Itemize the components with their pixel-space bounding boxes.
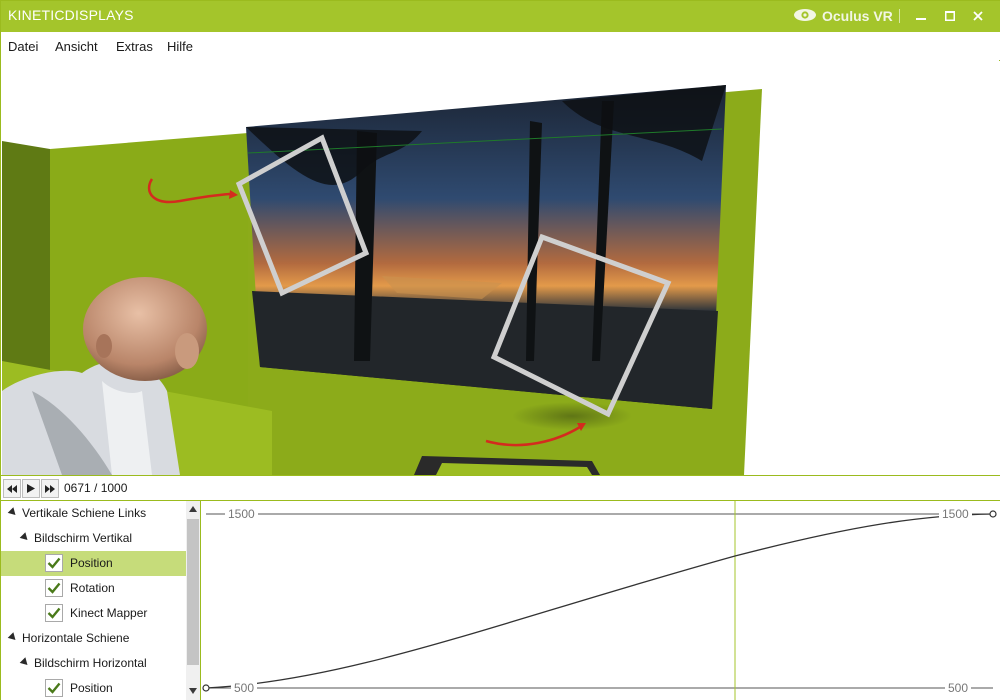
3d-viewport[interactable] [2, 61, 1000, 475]
maximize-button[interactable] [939, 6, 961, 26]
rotation-checkbox[interactable] [45, 579, 63, 597]
menu-ansicht[interactable]: Ansicht [55, 39, 98, 54]
menu-datei[interactable]: Datei [8, 39, 38, 54]
checkmark-icon [47, 607, 61, 619]
oculus-brand: Oculus VR [793, 6, 893, 26]
value-label-bottom: 500 [231, 681, 258, 695]
tree-item-bildschirm-vertikal[interactable]: Bildschirm Vertikal [1, 526, 186, 551]
value-label-top-right: 1500 [939, 507, 972, 521]
play-icon [27, 484, 35, 493]
tree-item-position-vertikal[interactable]: Position [1, 551, 186, 576]
tree-item-kinect-mapper[interactable]: Kinect Mapper [1, 601, 186, 626]
playback-bar: 0671 / 1000 [1, 475, 1000, 501]
kinect-mapper-checkbox[interactable] [45, 604, 63, 622]
menu-extras[interactable]: Extras [116, 39, 153, 54]
tree-item-label: Position [70, 681, 113, 695]
checkmark-icon [47, 582, 61, 594]
tree-item-horizontale-schiene[interactable]: Horizontale Schiene [1, 626, 186, 651]
checkmark-icon [47, 557, 61, 569]
value-label-top: 1500 [225, 507, 258, 521]
frame-counter: 0671 / 1000 [64, 481, 128, 495]
app-title: KINETICDISPLAYS [8, 7, 134, 23]
expand-arrow-icon[interactable] [7, 507, 19, 518]
scroll-up-icon[interactable] [189, 506, 197, 512]
value-label-bottom-right: 500 [945, 681, 972, 695]
rewind-icon [7, 484, 17, 493]
fast-forward-button[interactable] [41, 479, 59, 498]
keyframe-end[interactable] [989, 510, 997, 518]
keyframe-start[interactable] [202, 684, 210, 692]
title-bar[interactable]: KINETICDISPLAYS Oculus VR [1, 1, 1000, 32]
maximize-icon [945, 11, 955, 21]
expand-arrow-icon[interactable] [7, 632, 19, 643]
tree-item-label: Position [70, 556, 113, 570]
application-window: KINETICDISPLAYS Oculus VR Datei Ansicht … [0, 0, 1000, 700]
track-tree: Vertikale Schiene Links Bildschirm Verti… [1, 501, 201, 700]
play-button[interactable] [22, 479, 40, 498]
tree-item-label: Bildschirm Horizontal [34, 656, 147, 670]
scroll-thumb[interactable] [187, 519, 199, 665]
position-checkbox[interactable] [45, 679, 63, 697]
tree-item-label: Bildschirm Vertikal [34, 531, 133, 545]
tree-item-rotation[interactable]: Rotation [1, 576, 186, 601]
oculus-label: Oculus VR [822, 8, 893, 24]
curve-editor[interactable]: 1500 500 1500 500 [201, 501, 1000, 700]
title-separator [899, 9, 900, 23]
tree-item-label: Rotation [70, 581, 115, 595]
tree-item-label: Kinect Mapper [70, 606, 148, 620]
oculus-eye-icon [793, 7, 817, 26]
fast-forward-icon [45, 484, 55, 493]
tree-item-label: Vertikale Schiene Links [22, 506, 147, 520]
scroll-down-icon[interactable] [189, 688, 197, 694]
tree-item-position-horizontal[interactable]: Position [1, 676, 186, 700]
close-button[interactable] [967, 6, 989, 26]
minimize-button[interactable] [910, 6, 932, 26]
tree-item-bildschirm-horizontal[interactable]: Bildschirm Horizontal [1, 651, 186, 676]
close-icon [973, 11, 983, 21]
rewind-button[interactable] [3, 479, 21, 498]
expand-arrow-icon[interactable] [19, 657, 31, 668]
projected-photo [246, 85, 726, 409]
menu-hilfe[interactable]: Hilfe [167, 39, 193, 54]
menu-bar: Datei Ansicht Extras Hilfe [1, 32, 1000, 60]
tree-item-vertikale-schiene-links[interactable]: Vertikale Schiene Links [1, 501, 186, 526]
expand-arrow-icon[interactable] [19, 532, 31, 543]
position-checkbox[interactable] [45, 554, 63, 572]
tree-scrollbar[interactable] [186, 501, 200, 700]
position-curve[interactable] [205, 513, 994, 689]
checkmark-icon [47, 682, 61, 694]
tree-item-label: Horizontale Schiene [22, 631, 130, 645]
minimize-icon [916, 18, 926, 20]
